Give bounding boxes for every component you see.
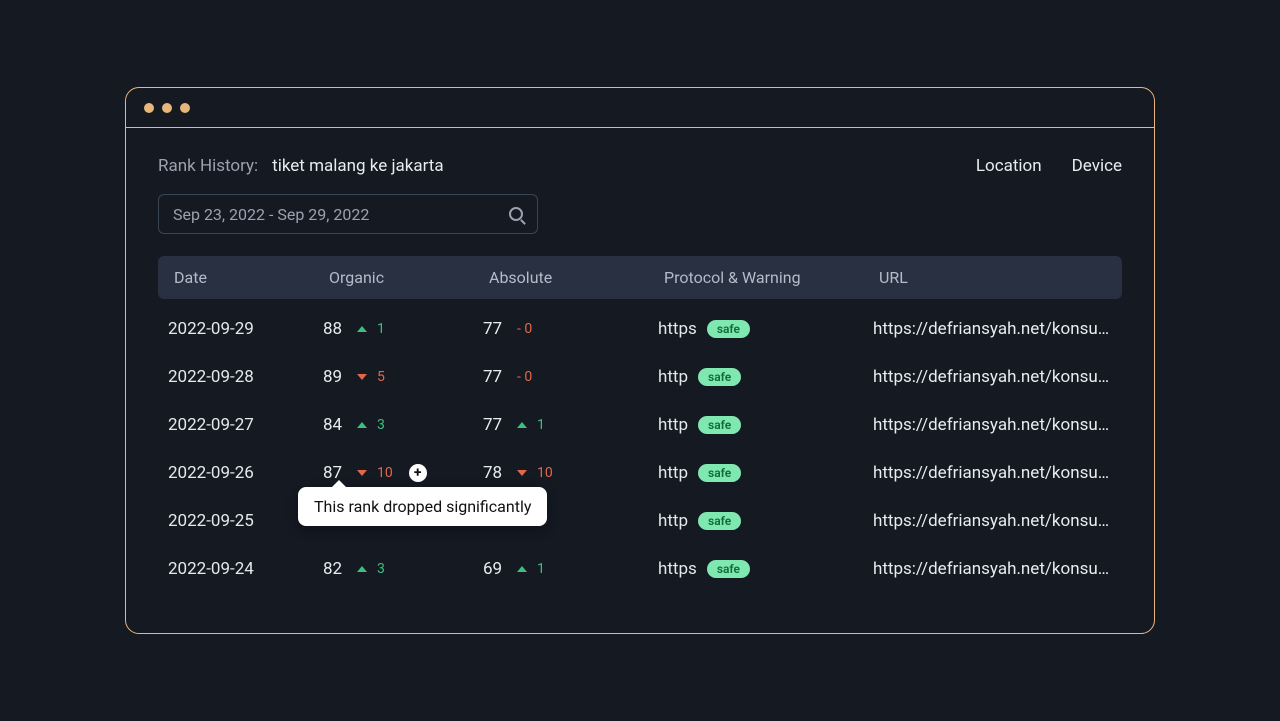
absolute-delta: 1	[537, 561, 545, 577]
window-dot[interactable]	[162, 103, 172, 113]
cell-protocol: https safe	[658, 319, 873, 339]
organic-delta: 5	[377, 369, 385, 385]
trend-up-icon	[357, 422, 367, 428]
cell-url[interactable]: https://defriansyah.net/konsultan...	[873, 511, 1112, 531]
rank-history-label: Rank History:	[158, 156, 258, 176]
keyword-text: tiket malang ke jakarta	[272, 156, 443, 176]
safe-badge: safe	[698, 464, 741, 482]
cell-protocol: http safe	[658, 415, 873, 435]
header-row: Rank History: tiket malang ke jakarta Lo…	[158, 156, 1122, 176]
safe-badge: safe	[698, 368, 741, 386]
trend-down-icon	[357, 374, 367, 380]
cell-absolute: 77 - 0	[483, 319, 658, 339]
col-organic: Organic	[329, 268, 489, 287]
titlebar	[126, 88, 1154, 128]
cell-url[interactable]: https://defriansyah.net/konsultan...	[873, 463, 1112, 483]
header-right: Location Device	[976, 156, 1122, 176]
table-body: 2022-09-2988 1 77 - 0 https safe https://defri…	[158, 299, 1122, 593]
trend-up-icon	[357, 326, 367, 332]
organic-value: 82	[323, 559, 347, 579]
absolute-value: 77	[483, 367, 507, 387]
absolute-delta: - 0	[517, 321, 532, 337]
trend-down-icon	[517, 470, 527, 476]
app-window: Rank History: tiket malang ke jakarta Lo…	[125, 87, 1155, 634]
absolute-value: 78	[483, 463, 507, 483]
cell-date: 2022-09-27	[168, 415, 323, 435]
trend-down-icon	[357, 470, 367, 476]
col-date: Date	[174, 268, 329, 287]
trend-up-icon	[517, 566, 527, 572]
safe-badge: safe	[698, 512, 741, 530]
cell-organic: 8710+	[323, 463, 483, 483]
table-row: 2022-09-2988 1 77 - 0 https safe https://defri…	[158, 305, 1122, 353]
organic-delta: 1	[377, 321, 385, 337]
col-protocol: Protocol & Warning	[664, 268, 879, 287]
device-filter[interactable]: Device	[1072, 156, 1122, 176]
cell-organic: 89 5	[323, 367, 483, 387]
cell-absolute: 69 1	[483, 559, 658, 579]
cell-absolute: 77 1	[483, 415, 658, 435]
absolute-delta: - 0	[517, 369, 532, 385]
table-row: 2022-09-268710+7810httpsafehttps://defri…	[158, 449, 1122, 497]
cell-protocol: http safe	[658, 367, 873, 387]
organic-delta: 10	[377, 465, 393, 481]
expand-button[interactable]: +	[409, 464, 427, 482]
col-absolute: Absolute	[489, 268, 664, 287]
cell-date: 2022-09-28	[168, 367, 323, 387]
location-filter[interactable]: Location	[976, 156, 1042, 176]
absolute-value: 77	[483, 415, 507, 435]
cell-absolute: 77 - 0	[483, 367, 658, 387]
organic-value: 88	[323, 319, 347, 339]
cell-organic: 84 3	[323, 415, 483, 435]
cell-protocol: https safe	[658, 559, 873, 579]
trend-up-icon	[517, 422, 527, 428]
organic-delta: 3	[377, 417, 385, 433]
cell-absolute: 78 10	[483, 463, 658, 483]
window-dot[interactable]	[180, 103, 190, 113]
trend-up-icon	[357, 566, 367, 572]
date-range-input[interactable]: Sep 23, 2022 - Sep 29, 2022	[158, 194, 538, 234]
rank-table: Date Organic Absolute Protocol & Warning…	[158, 256, 1122, 593]
col-url: URL	[879, 268, 1106, 287]
cell-url[interactable]: https://defriansyah.net/konsultan...	[873, 319, 1112, 339]
organic-value: 89	[323, 367, 347, 387]
absolute-value: 77	[483, 319, 507, 339]
cell-organic: 88 1	[323, 319, 483, 339]
protocol-text: http	[658, 463, 688, 483]
organic-value: 84	[323, 415, 347, 435]
search-icon	[509, 207, 523, 221]
content: Rank History: tiket malang ke jakarta Lo…	[126, 128, 1154, 633]
protocol-text: https	[658, 559, 697, 579]
window-controls	[144, 103, 190, 113]
date-range-value: Sep 23, 2022 - Sep 29, 2022	[173, 205, 369, 224]
protocol-text: https	[658, 319, 697, 339]
window-dot[interactable]	[144, 103, 154, 113]
cell-protocol: http safe	[658, 511, 873, 531]
cell-url[interactable]: https://defriansyah.net/konsultan...	[873, 415, 1112, 435]
table-row: 2022-09-2482 3 69 1 https safe https://defrian…	[158, 545, 1122, 593]
table-header: Date Organic Absolute Protocol & Warning…	[158, 256, 1122, 299]
protocol-text: http	[658, 415, 688, 435]
safe-badge: safe	[707, 560, 750, 578]
organic-delta: 3	[377, 561, 385, 577]
table-row: 2022-09-2889 5 77 - 0 http safe https://defria…	[158, 353, 1122, 401]
cell-url[interactable]: https://defriansyah.net/konsultan...	[873, 367, 1112, 387]
safe-badge: safe	[698, 416, 741, 434]
cell-protocol: http safe	[658, 463, 873, 483]
cell-date: 2022-09-29	[168, 319, 323, 339]
protocol-text: http	[658, 367, 688, 387]
cell-url[interactable]: https://defriansyah.net/konsultan...	[873, 559, 1112, 579]
safe-badge: safe	[707, 320, 750, 338]
cell-organic: 82 3	[323, 559, 483, 579]
cell-date: 2022-09-24	[168, 559, 323, 579]
cell-date: 2022-09-26	[168, 463, 323, 483]
absolute-delta: 10	[537, 465, 553, 481]
rank-drop-tooltip: This rank dropped significantly	[298, 487, 547, 526]
absolute-delta: 1	[537, 417, 545, 433]
table-row: 2022-09-2784 3 77 1 http safe https://defrians…	[158, 401, 1122, 449]
header-left: Rank History: tiket malang ke jakarta	[158, 156, 444, 176]
protocol-text: http	[658, 511, 688, 531]
absolute-value: 69	[483, 559, 507, 579]
